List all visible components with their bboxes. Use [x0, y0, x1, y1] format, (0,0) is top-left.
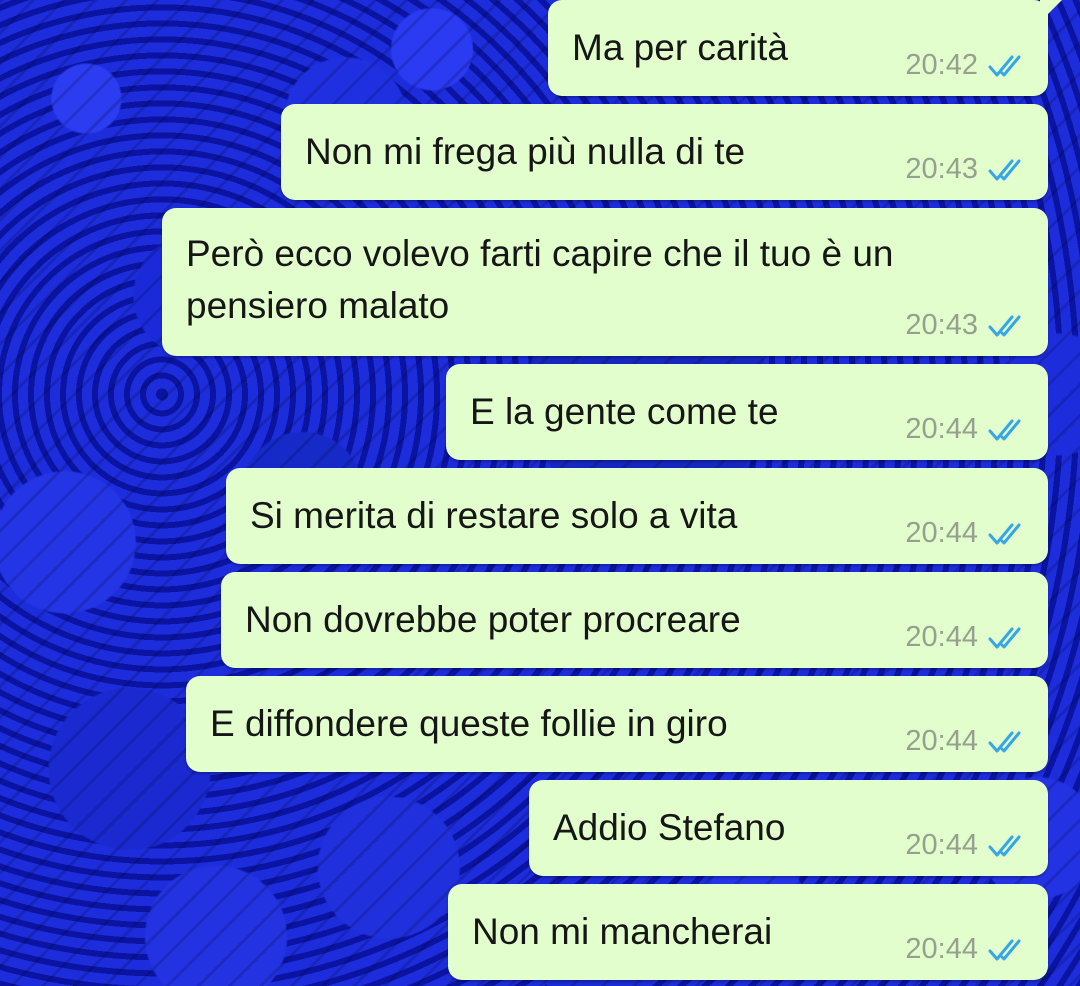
message-meta: 20:43 [905, 309, 1028, 342]
message-time: 20:42 [905, 49, 978, 81]
message-meta: 20:44 [905, 413, 1028, 446]
double-check-icon [988, 627, 1021, 648]
message-meta: 20:44 [905, 933, 1028, 966]
message-time: 20:44 [905, 829, 978, 861]
message-text: Ma per carità [572, 27, 788, 68]
message-bubble[interactable]: Non mi mancherai 20:44 [448, 884, 1048, 980]
message-meta: 20:43 [905, 153, 1028, 186]
message-time: 20:44 [905, 621, 978, 653]
message-time: 20:44 [905, 725, 978, 757]
message-time: 20:44 [905, 413, 978, 445]
message-text: E la gente come te [470, 391, 779, 432]
message-text: Si merita di restare solo a vita [250, 495, 738, 536]
double-check-icon [988, 55, 1021, 76]
bubble-tail [1040, 0, 1062, 22]
message-text: Però ecco volevo farti capire che il tuo… [186, 233, 894, 326]
double-check-icon [988, 315, 1021, 336]
double-check-icon [988, 835, 1021, 856]
double-check-icon [988, 523, 1021, 544]
message-text: Non mi mancherai [472, 911, 773, 952]
message-text: Non dovrebbe poter procreare [245, 599, 741, 640]
message-meta: 20:42 [905, 49, 1028, 82]
message-meta: 20:44 [905, 829, 1028, 862]
double-check-icon [988, 419, 1021, 440]
message-time: 20:43 [905, 309, 978, 341]
message-bubble[interactable]: Però ecco volevo farti capire che il tuo… [162, 208, 1048, 356]
message-bubble[interactable]: Non dovrebbe poter procreare 20:44 [221, 572, 1048, 668]
double-check-icon [988, 159, 1021, 180]
message-bubble[interactable]: Ma per carità 20:42 [548, 0, 1062, 96]
message-time: 20:44 [905, 933, 978, 965]
double-check-icon [988, 939, 1021, 960]
message-meta: 20:44 [905, 621, 1028, 654]
message-bubble[interactable]: E diffondere queste follie in giro 20:44 [186, 676, 1048, 772]
double-check-icon [988, 731, 1021, 752]
message-bubble[interactable]: Non mi frega più nulla di te 20:43 [281, 104, 1048, 200]
message-meta: 20:44 [905, 517, 1028, 550]
message-meta: 20:44 [905, 725, 1028, 758]
message-bubble[interactable]: Addio Stefano 20:44 [529, 780, 1048, 876]
message-time: 20:43 [905, 153, 978, 185]
message-time: 20:44 [905, 517, 978, 549]
message-bubble[interactable]: E la gente come te 20:44 [446, 364, 1048, 460]
message-text: Addio Stefano [553, 807, 786, 848]
message-text: E diffondere queste follie in giro [210, 703, 728, 744]
message-text: Non mi frega più nulla di te [305, 131, 746, 172]
message-bubble[interactable]: Si merita di restare solo a vita 20:44 [226, 468, 1048, 564]
